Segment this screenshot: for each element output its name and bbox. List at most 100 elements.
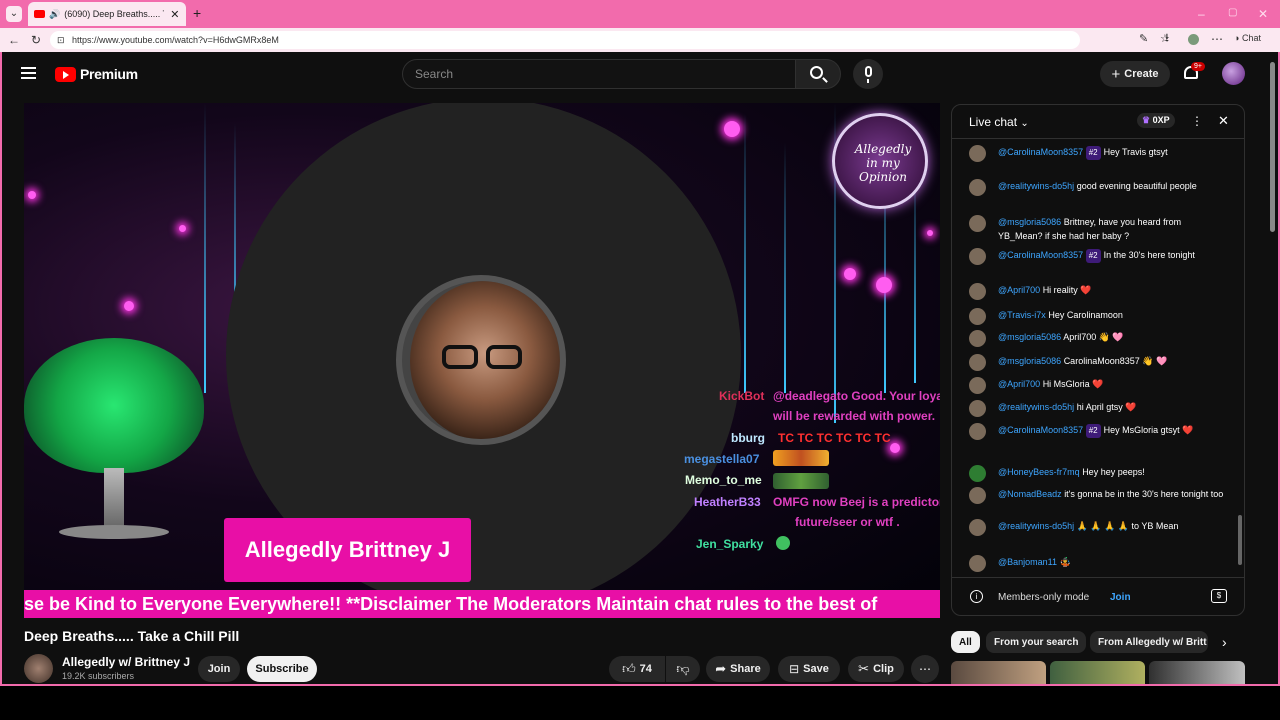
filter-chip-all[interactable]: All bbox=[951, 631, 980, 653]
close-tab-icon[interactable]: ✕ bbox=[170, 8, 179, 21]
avatar bbox=[969, 519, 986, 536]
overlay-chat-text: TC TC TC TC TC TC bbox=[778, 431, 891, 445]
chat-username[interactable]: @realitywins-do5hj bbox=[998, 402, 1074, 412]
channel-name[interactable]: Allegedly w/ Brittney J bbox=[62, 655, 190, 669]
chat-mode-dropdown[interactable]: Live chat ⌄ bbox=[969, 115, 1029, 129]
filter-chip-from-search[interactable]: From your search bbox=[986, 631, 1087, 653]
search-button[interactable] bbox=[795, 59, 841, 89]
subscribe-button[interactable]: Subscribe bbox=[247, 656, 317, 682]
notifications-button[interactable]: 9+ bbox=[1182, 62, 1205, 84]
more-actions-button[interactable]: ⋯ bbox=[911, 655, 939, 683]
chat-text: Hey Travis gtsyt bbox=[1103, 147, 1168, 157]
overlay-chat-name: Jen_Sparky bbox=[696, 537, 764, 551]
site-info-icon[interactable]: ⊡ bbox=[57, 31, 65, 49]
chat-username[interactable]: @realitywins-do5hj bbox=[998, 521, 1074, 531]
maximize-icon[interactable]: ▢ bbox=[1228, 8, 1237, 18]
video-player[interactable]: Allegedly in my Opinion Allegedly Brittney… bbox=[24, 103, 940, 618]
chat-text: hi April gtsy ❤️ bbox=[1076, 402, 1137, 412]
recommended-thumbnail[interactable] bbox=[1050, 661, 1145, 686]
dislike-button[interactable]: 👎︎ bbox=[666, 656, 700, 682]
browser-tab-bar: ⌄ 🔊 (6090) Deep Breaths..... Take a ✕ + … bbox=[0, 0, 1280, 28]
close-window-icon[interactable]: ✕ bbox=[1258, 8, 1268, 20]
chevron-right-icon[interactable]: › bbox=[1222, 634, 1227, 650]
microphone-icon bbox=[865, 66, 872, 77]
points-badge[interactable]: ♛ 0XP bbox=[1137, 113, 1175, 128]
chat-username[interactable]: @msgloria5086 bbox=[998, 217, 1061, 227]
super-chat-icon[interactable]: $ bbox=[1211, 589, 1227, 603]
chat-text: In the 30's here tonight bbox=[1103, 250, 1195, 260]
light-dot bbox=[124, 301, 134, 311]
video-title: Deep Breaths..... Take a Chill Pill bbox=[24, 628, 240, 644]
avatar[interactable] bbox=[1222, 62, 1245, 85]
avatar bbox=[969, 283, 986, 300]
avatar bbox=[969, 248, 986, 265]
speaker-icon[interactable]: 🔊 bbox=[49, 9, 60, 20]
chat-text: Hi reality ❤️ bbox=[1042, 285, 1092, 295]
info-icon[interactable]: i bbox=[970, 590, 983, 603]
search-input[interactable]: Search bbox=[402, 59, 796, 89]
menu-icon[interactable] bbox=[21, 67, 36, 79]
members-join-link[interactable]: Join bbox=[1110, 592, 1131, 603]
new-tab-icon[interactable]: + bbox=[193, 6, 201, 20]
youtube-logo[interactable]: Premium bbox=[55, 66, 138, 82]
chat-username[interactable]: @NomadBeadz bbox=[998, 489, 1062, 499]
chat-username[interactable]: @Banjoman11 bbox=[998, 557, 1057, 567]
avatar bbox=[969, 423, 986, 440]
youtube-play-icon bbox=[55, 66, 76, 82]
bookmark-icon: ⊟ bbox=[789, 662, 800, 676]
filter-chip-from-channel[interactable]: From Allegedly w/ Britt bbox=[1090, 631, 1208, 653]
profile-icon[interactable] bbox=[1188, 34, 1199, 45]
chat-username[interactable]: @HoneyBees-fr7mq bbox=[998, 467, 1080, 477]
share-button[interactable]: ➦ Share bbox=[706, 656, 770, 682]
light-dot bbox=[927, 230, 933, 236]
tab-list-icon[interactable]: ⌄ bbox=[6, 6, 22, 22]
reload-icon[interactable]: ↻ bbox=[31, 34, 41, 46]
recommended-thumbnail[interactable] bbox=[1149, 661, 1245, 686]
url-field[interactable]: ⊡ https://www.youtube.com/watch?v=H6dwGM… bbox=[50, 31, 1080, 49]
close-chat-icon[interactable]: ✕ bbox=[1218, 113, 1229, 129]
recommended-thumbnail[interactable] bbox=[951, 661, 1046, 686]
goblet-base bbox=[59, 525, 169, 539]
channel-avatar[interactable] bbox=[24, 654, 53, 683]
nameplate-text: Allegedly Brittney J bbox=[244, 537, 451, 562]
like-button[interactable]: 👍︎ 74 bbox=[609, 656, 665, 682]
rank-badge: #2 bbox=[1085, 146, 1101, 160]
chat-username[interactable]: @msgloria5086 bbox=[998, 332, 1061, 342]
chat-username[interactable]: @April700 bbox=[998, 379, 1040, 389]
chat-text: 🤹 bbox=[1059, 557, 1071, 567]
chat-username[interactable]: @CarolinaMoon8357 bbox=[998, 147, 1083, 157]
browser-tab[interactable]: 🔊 (6090) Deep Breaths..... Take a ✕ bbox=[28, 2, 186, 26]
chat-username[interactable]: @CarolinaMoon8357 bbox=[998, 425, 1083, 435]
chat-username[interactable]: @Travis-i7x bbox=[998, 310, 1046, 320]
page-scrollbar[interactable] bbox=[1270, 62, 1275, 232]
window-bottom-border bbox=[0, 684, 1280, 686]
extensions-icon[interactable]: ✎ bbox=[1139, 34, 1148, 45]
voice-search-button[interactable] bbox=[853, 59, 883, 89]
goblet-stem bbox=[104, 468, 124, 528]
avatar bbox=[969, 487, 986, 504]
light-streak bbox=[204, 103, 206, 393]
create-button[interactable]: + Create bbox=[1100, 61, 1170, 87]
save-button[interactable]: ⊟ Save bbox=[778, 656, 840, 682]
copilot-chat-button[interactable]: ◑ Chat bbox=[1234, 34, 1261, 43]
minimize-icon[interactable]: – bbox=[1198, 8, 1205, 20]
avatar bbox=[969, 400, 986, 417]
subscriber-count: 19.2K subscribers bbox=[62, 671, 135, 681]
more-icon[interactable]: ⋯ bbox=[1211, 33, 1223, 45]
chat-username[interactable]: @CarolinaMoon8357 bbox=[998, 250, 1083, 260]
back-icon[interactable]: ← bbox=[8, 34, 20, 46]
chevron-down-icon: ⌄ bbox=[1020, 118, 1029, 129]
thumbs-down-icon: 👎︎ bbox=[676, 661, 690, 676]
search-icon bbox=[810, 66, 823, 79]
chat-more-icon[interactable]: ⋮ bbox=[1191, 114, 1203, 128]
chat-username[interactable]: @realitywins-do5hj bbox=[998, 181, 1074, 191]
chat-scrollbar[interactable] bbox=[1238, 515, 1242, 565]
avatar bbox=[969, 215, 986, 232]
chat-username[interactable]: @April700 bbox=[998, 285, 1040, 295]
clip-button[interactable]: ✂ Clip bbox=[848, 656, 904, 682]
live-chat-panel: Live chat ⌄ ♛ 0XP ⋮ ✕ @CarolinaMoon8357 … bbox=[951, 104, 1245, 616]
chat-username[interactable]: @msgloria5086 bbox=[998, 356, 1061, 366]
avatar bbox=[969, 179, 986, 196]
join-button[interactable]: Join bbox=[198, 656, 240, 682]
downloads-icon[interactable]: ⭳ bbox=[1165, 33, 1169, 44]
